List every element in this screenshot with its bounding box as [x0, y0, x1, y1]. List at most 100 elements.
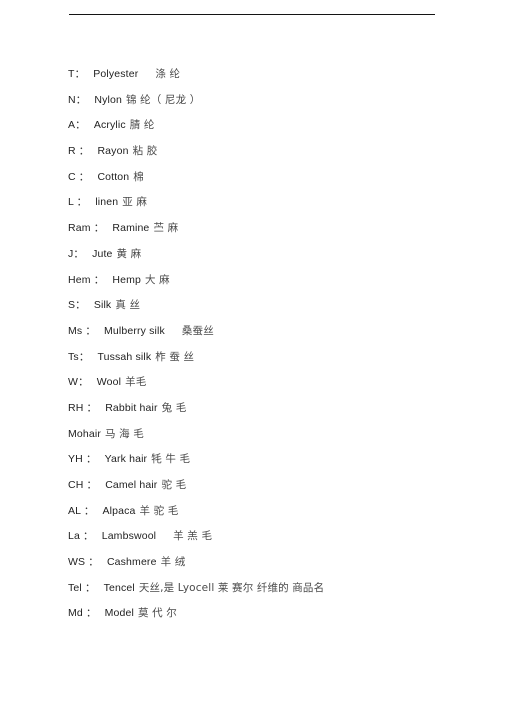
entry-abbreviation: Ms [68, 324, 83, 337]
list-item: Md ： Model 莫 代 尔 [68, 603, 488, 629]
entry-english-name: Ramine [112, 222, 150, 235]
entry-chinese-name: 羊 绒 [160, 556, 186, 569]
entry-chinese-name: 兔 毛 [161, 401, 187, 414]
entry-abbreviation: C [68, 170, 76, 183]
entry-colon: ： [83, 401, 98, 414]
entry-english-name: Yark hair [104, 453, 148, 466]
entry-chinese-name: 柞 蚕 丝 [155, 350, 195, 363]
entry-chinese-name: 牦 牛 毛 [151, 453, 191, 466]
list-item: R ： Rayon 粘 胶 [68, 141, 488, 167]
entry-chinese-name: 真 丝 [115, 299, 141, 312]
entry-english-name: Silk [93, 299, 112, 312]
entry-abbreviation: YH [68, 453, 83, 466]
entry-english-name: Camel hair [105, 479, 158, 491]
entry-english-name: Alpaca [102, 504, 136, 517]
list-item: Hem ： Hemp 大 麻 [68, 270, 488, 296]
entry-chinese-name: 羊毛 [125, 376, 147, 389]
list-item: W： Wool 羊毛 [68, 372, 488, 398]
entry-english-name: Polyester [93, 68, 139, 80]
top-horizontal-rule [69, 14, 435, 15]
entry-chinese-name: 黄 麻 [116, 247, 142, 260]
entry-chinese-name: 涤 纶 [155, 68, 181, 80]
entry-abbreviation: Md [68, 607, 83, 620]
list-item: T： Polyester 涤 纶 [68, 64, 488, 90]
entry-english-name: Nylon [94, 93, 122, 106]
entry-colon: ： [73, 247, 85, 260]
entry-chinese-name: 天丝,是 Lyocell 莱 赛尔 纤维的 商品名 [138, 581, 325, 594]
entry-abbreviation: Mohair [68, 427, 101, 440]
entry-chinese-name: 马 海 毛 [105, 427, 144, 440]
list-item: La ： Lambswool 羊 羔 毛 [68, 526, 488, 552]
list-item: L ： linen 亚 麻 [68, 192, 488, 218]
entry-colon: ： [85, 556, 99, 569]
list-item: Tel ： Tencel 天丝,是 Lyocell 莱 赛尔 纤维的 商品名 [68, 578, 488, 604]
entry-chinese-name: 亚 麻 [122, 196, 148, 209]
list-item: N： Nylon 锦 纶（ 尼龙 ） [68, 90, 488, 116]
entry-colon: ： [75, 145, 90, 158]
list-item: WS ： Cashmere 羊 绒 [68, 552, 488, 578]
entry-chinese-name: 大 麻 [144, 273, 170, 286]
entry-english-name: linen [95, 196, 119, 209]
document-page: T： Polyester 涤 纶 N： Nylon 锦 纶（ 尼龙 ） A： Acrylic 腈… [0, 0, 505, 714]
entry-abbreviation: Ts [68, 350, 79, 363]
entry-colon: ： [82, 453, 97, 466]
list-item: CH ： Camel hair 驼 毛 [68, 475, 488, 501]
entry-english-name: Jute [92, 247, 113, 260]
entry-colon: ： [74, 68, 86, 80]
entry-colon: ： [78, 350, 90, 363]
entry-english-name: Rabbit hair [105, 401, 158, 414]
entry-abbreviation: W [68, 376, 79, 389]
entry-chinese-name: 驼 毛 [161, 479, 187, 491]
entry-colon: ： [83, 479, 98, 491]
entry-english-name: Lambswool [101, 530, 157, 543]
entry-chinese-name: 腈 纶 [129, 119, 155, 132]
entry-english-name: Tussah silk [97, 350, 152, 363]
list-item: A： Acrylic 腈 纶 [68, 115, 488, 141]
list-item: S： Silk 真 丝 [68, 295, 488, 321]
list-item: C ： Cotton 棉 [68, 167, 488, 193]
entry-english-name: Tencel [103, 581, 135, 594]
entry-chinese-name: 桑蚕丝 [181, 324, 214, 337]
entry-colon: ： [75, 299, 86, 312]
list-item: AL ： Alpaca 羊 驼 毛 [68, 501, 488, 527]
entry-abbreviation: Ram [68, 222, 91, 235]
entry-chinese-name: 羊 羔 毛 [173, 530, 213, 543]
entry-english-name: Mulberry silk [104, 324, 165, 337]
entry-colon: ： [78, 376, 89, 389]
entry-abbreviation: CH [68, 479, 84, 491]
entry-abbreviation: Hem [68, 273, 91, 286]
entry-chinese-name: 莫 代 尔 [137, 607, 177, 620]
entry-english-name: Cashmere [106, 556, 157, 569]
entry-abbreviation: RH [68, 401, 84, 414]
list-item: Ms ： Mulberry silk 桑蚕丝 [68, 321, 488, 347]
list-item: Mohair 马 海 毛 [68, 424, 488, 450]
entry-chinese-name: 锦 纶（ 尼龙 ） [126, 93, 201, 106]
entry-english-name: Cotton [97, 170, 130, 183]
entry-colon: ： [79, 530, 94, 543]
entry-chinese-name: 粘 胶 [132, 145, 158, 158]
entry-colon: ： [80, 504, 95, 517]
entry-colon: ： [90, 222, 105, 235]
entry-colon: ： [75, 119, 86, 132]
entry-abbreviation: Tel [68, 581, 82, 594]
entry-chinese-name: 苎 麻 [153, 222, 179, 235]
entry-abbreviation: AL [68, 504, 81, 517]
entry-abbreviation: T [68, 68, 75, 80]
entry-english-name: Hemp [112, 273, 141, 286]
entry-abbreviation: WS [68, 556, 86, 569]
entry-colon: ： [81, 581, 96, 594]
entry-colon: ： [73, 196, 88, 209]
entry-colon: ： [75, 93, 87, 106]
list-item: Ram ： Ramine 苎 麻 [68, 218, 488, 244]
list-item: J： Jute 黄 麻 [68, 244, 488, 270]
entry-english-name: Model [104, 607, 134, 620]
list-item: RH ： Rabbit hair 兔 毛 [68, 398, 488, 424]
entry-abbreviation: La [68, 530, 80, 543]
entry-abbreviation: N [68, 93, 76, 106]
entry-colon: ： [75, 170, 90, 183]
entry-colon: ： [82, 607, 97, 620]
entry-colon: ： [90, 273, 105, 286]
entry-english-name: Rayon [97, 145, 129, 158]
entry-english-name: Acrylic [93, 119, 126, 132]
fiber-abbreviation-list: T： Polyester 涤 纶 N： Nylon 锦 纶（ 尼龙 ） A： Acrylic 腈… [68, 64, 488, 629]
